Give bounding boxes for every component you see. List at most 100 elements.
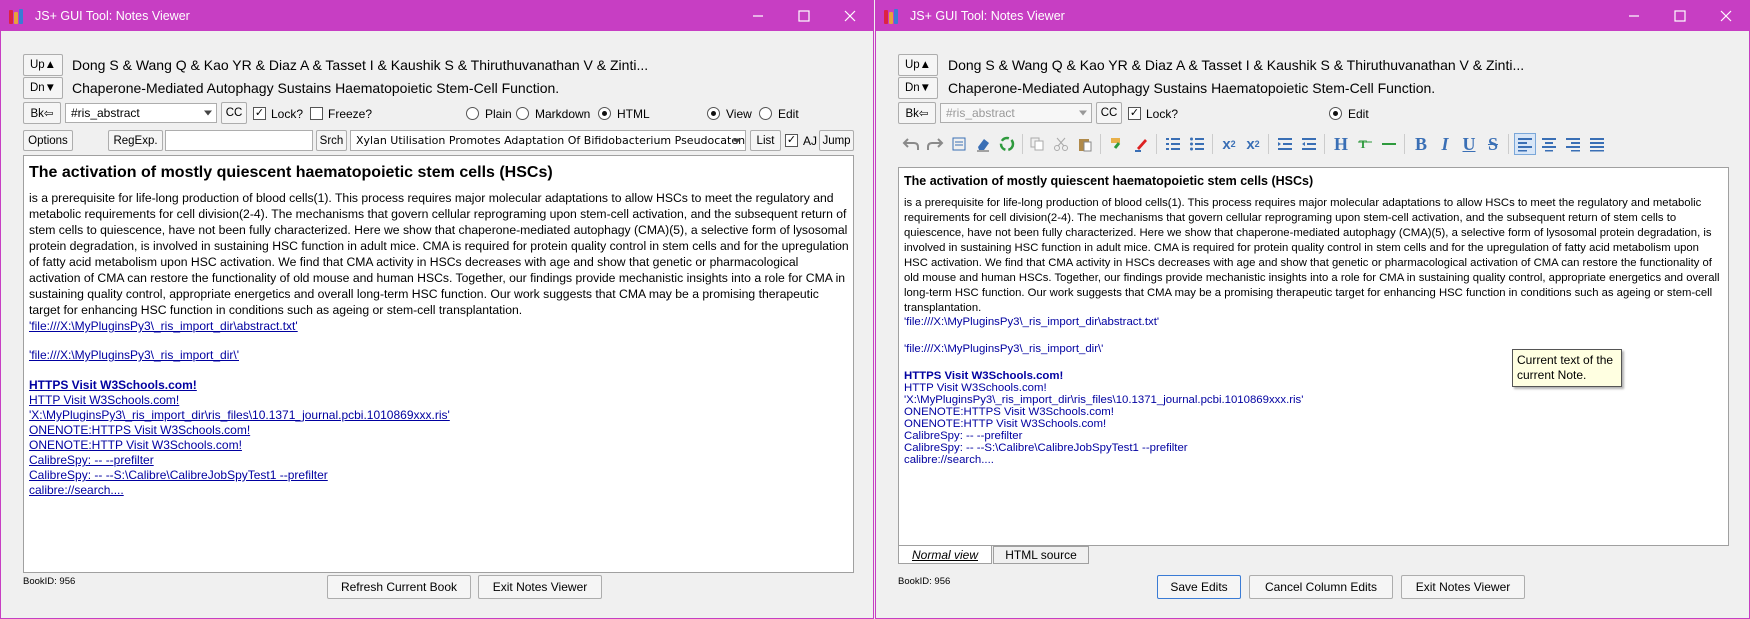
cc-button[interactable]: CC	[1096, 102, 1122, 124]
align-center-icon[interactable]	[1538, 133, 1560, 155]
back-button[interactable]: Bk⇦	[23, 102, 61, 124]
window-title: JS+ GUI Tool: Notes Viewer	[35, 9, 190, 23]
highlighter-icon[interactable]	[1130, 133, 1152, 155]
aj-checkbox[interactable]: ✓	[785, 134, 798, 147]
field-combo-value: #ris_abstract	[71, 106, 140, 120]
edit-radio[interactable]	[1329, 107, 1342, 120]
exit-button[interactable]: Exit Notes Viewer	[1401, 575, 1525, 599]
close-icon[interactable]	[1703, 1, 1749, 31]
save-edits-button[interactable]: Save Edits	[1157, 575, 1241, 599]
exit-button[interactable]: Exit Notes Viewer	[478, 575, 602, 599]
eraser-icon[interactable]	[972, 133, 994, 155]
jump-button[interactable]: Jump	[819, 130, 854, 151]
minimize-icon[interactable]	[1611, 1, 1657, 31]
title-bar[interactable]: JS+ GUI Tool: Notes Viewer	[1, 1, 873, 31]
redo-icon[interactable]	[924, 133, 946, 155]
article-title: Chaperone-Mediated Autophagy Sustains Ha…	[72, 80, 560, 96]
freeze-checkbox[interactable]	[310, 107, 323, 120]
edit-radio[interactable]	[759, 107, 772, 120]
superscript-icon[interactable]: x2	[1218, 133, 1240, 155]
horizontal-rule-icon[interactable]	[1378, 133, 1400, 155]
maximize-icon[interactable]	[781, 1, 827, 31]
note-link[interactable]: 'file:///X:\MyPluginsPy3\_ris_import_dir…	[29, 348, 849, 362]
refresh-button[interactable]: Refresh Current Book	[327, 575, 471, 599]
note-view-pane[interactable]: The activation of mostly quiescent haema…	[23, 155, 854, 573]
note-link[interactable]: CalibreSpy: -- --prefilter	[904, 430, 1724, 442]
down-button[interactable]: Dn▼	[898, 77, 938, 99]
back-button[interactable]: Bk⇦	[898, 102, 936, 124]
up-button[interactable]: Up▲	[898, 54, 938, 76]
bullet-list-icon[interactable]	[1186, 133, 1208, 155]
align-right-icon[interactable]	[1562, 133, 1584, 155]
strikethrough-icon[interactable]: S	[1482, 133, 1504, 155]
copy-icon[interactable]	[1026, 133, 1048, 155]
indent-icon[interactable]	[1274, 133, 1296, 155]
cut-icon[interactable]	[1050, 133, 1072, 155]
note-link[interactable]: 'X:\MyPluginsPy3\_ris_import_dir\ris_fil…	[29, 408, 849, 422]
note-heading: The activation of mostly quiescent haema…	[904, 174, 1314, 188]
note-link[interactable]: HTTPS Visit W3Schools.com!	[29, 378, 849, 392]
note-link[interactable]: 'file:///X:\MyPluginsPy3\_ris_import_dir…	[29, 319, 849, 333]
window-title: JS+ GUI Tool: Notes Viewer	[910, 9, 1065, 23]
note-link[interactable]: ONENOTE:HTTPS Visit W3Schools.com!	[29, 423, 849, 437]
select-all-icon[interactable]	[948, 133, 970, 155]
lock-checkbox[interactable]: ✓	[253, 107, 266, 120]
note-link[interactable]: 'file:///X:\MyPluginsPy3\_ris_import_dir…	[904, 316, 1724, 328]
paste-icon[interactable]	[1074, 133, 1096, 155]
note-link[interactable]: 'X:\MyPluginsPy3\_ris_import_dir\ris_fil…	[904, 394, 1724, 406]
search-button[interactable]: Srch	[316, 130, 347, 151]
search-combo[interactable]: Xylan Utilisation Promotes Adaptation Of…	[350, 130, 746, 151]
title-bar[interactable]: JS+ GUI Tool: Notes Viewer	[876, 1, 1749, 31]
note-link[interactable]: calibre://search....	[29, 483, 849, 497]
field-combo[interactable]: #ris_abstract	[65, 103, 217, 123]
html-radio[interactable]	[598, 107, 611, 120]
tab-html-source[interactable]: HTML source	[993, 546, 1089, 564]
note-link[interactable]: CalibreSpy: -- --S:\Calibre\CalibreJobSp…	[904, 442, 1724, 454]
subscript-icon[interactable]: x2	[1242, 133, 1264, 155]
note-link[interactable]: CalibreSpy: -- --S:\Calibre\CalibreJobSp…	[29, 468, 849, 482]
cc-button[interactable]: CC	[221, 102, 247, 124]
format-painter-icon[interactable]	[1106, 133, 1128, 155]
tab-label: Normal view	[911, 547, 978, 562]
align-left-icon[interactable]	[1514, 133, 1536, 155]
regexp-button[interactable]: RegExp.	[108, 130, 163, 151]
undo-icon[interactable]	[900, 133, 922, 155]
maximize-icon[interactable]	[1657, 1, 1703, 31]
outdent-icon[interactable]	[1298, 133, 1320, 155]
toolbar-separator	[1212, 134, 1213, 154]
plain-radio[interactable]	[466, 107, 479, 120]
note-link[interactable]: ONENOTE:HTTP Visit W3Schools.com!	[904, 418, 1724, 430]
note-link[interactable]: calibre://search....	[904, 454, 1724, 466]
close-icon[interactable]	[827, 1, 873, 31]
options-button[interactable]: Options	[23, 130, 73, 151]
note-link[interactable]: HTTP Visit W3Schools.com!	[29, 393, 849, 407]
notes-viewer-window-left: JS+ GUI Tool: Notes Viewer Up▲ Dn▼ Dong …	[0, 0, 874, 619]
lock-checkbox[interactable]: ✓	[1128, 107, 1141, 120]
note-link[interactable]: ONENOTE:HTTPS Visit W3Schools.com!	[904, 406, 1724, 418]
cancel-column-edits-button[interactable]: Cancel Column Edits	[1249, 575, 1393, 599]
font-style-icon[interactable]: T	[1354, 133, 1376, 155]
authors-text: Dong S & Wang Q & Kao YR & Diaz A & Tass…	[948, 57, 1525, 73]
field-combo[interactable]: #ris_abstract	[940, 103, 1092, 123]
bold-icon[interactable]: B	[1410, 133, 1432, 155]
recycle-icon[interactable]	[996, 133, 1018, 155]
app-books-icon	[9, 8, 29, 24]
list-button[interactable]: List	[750, 130, 781, 151]
tooltip: Current text of the current Note.	[1512, 349, 1622, 387]
note-link[interactable]: ONENOTE:HTTP Visit W3Schools.com!	[29, 438, 849, 452]
numbered-list-icon[interactable]	[1162, 133, 1184, 155]
minimize-icon[interactable]	[735, 1, 781, 31]
up-button[interactable]: Up▲	[23, 54, 63, 76]
note-body: is a prerequisite for life-long producti…	[29, 191, 849, 317]
italic-icon[interactable]: I	[1434, 133, 1456, 155]
down-button[interactable]: Dn▼	[23, 77, 63, 99]
underline-icon[interactable]: U	[1458, 133, 1480, 155]
heading-icon[interactable]: H	[1330, 133, 1352, 155]
regexp-input[interactable]	[165, 130, 313, 151]
align-justify-icon[interactable]	[1586, 133, 1608, 155]
note-link[interactable]: CalibreSpy: -- --prefilter	[29, 453, 849, 467]
tab-normal-view[interactable]: Normal view	[898, 546, 992, 564]
view-radio[interactable]	[707, 107, 720, 120]
note-body: is a prerequisite for life-long producti…	[904, 197, 1720, 314]
markdown-radio[interactable]	[516, 107, 529, 120]
